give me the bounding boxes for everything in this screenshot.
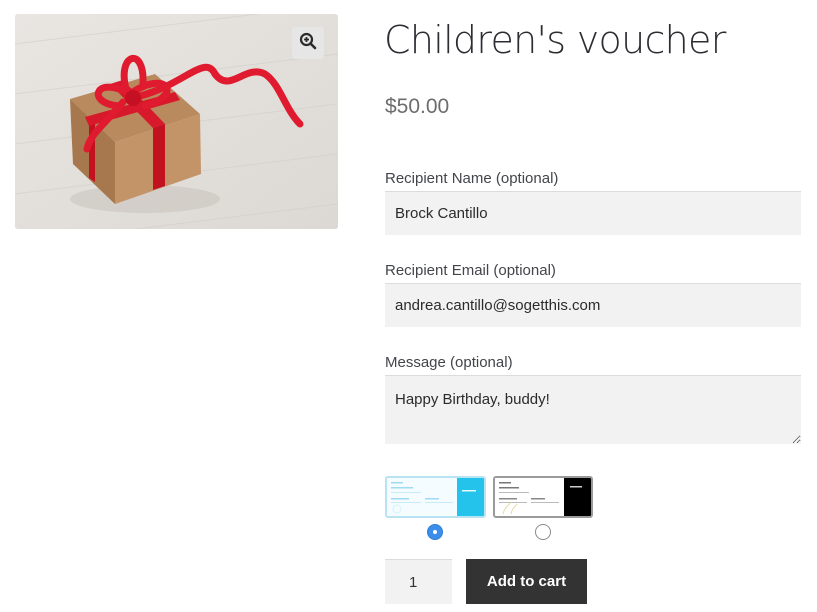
magnifier-plus-icon <box>299 32 317 55</box>
recipient-name-label: Recipient Name (optional) <box>385 170 559 187</box>
recipient-email-label: Recipient Email (optional) <box>385 262 556 279</box>
recipient-name-input[interactable] <box>385 191 801 235</box>
product-page: Children's voucher $50.00 Recipient Name… <box>0 0 817 612</box>
recipient-email-input[interactable] <box>385 283 801 327</box>
quantity-input[interactable] <box>385 559 452 604</box>
black-template-radio[interactable] <box>535 524 551 540</box>
black-template-thumbnail[interactable] <box>493 476 593 518</box>
message-label: Message (optional) <box>385 354 513 371</box>
add-to-cart-button[interactable]: Add to cart <box>466 559 587 604</box>
product-price: $50.00 <box>385 95 450 118</box>
message-textarea[interactable]: Happy Birthday, buddy! <box>385 375 801 444</box>
zoom-button[interactable] <box>292 27 324 59</box>
radio-selected-dot <box>433 530 437 534</box>
blue-template-thumbnail[interactable] <box>385 476 486 518</box>
product-title: Children's voucher <box>384 18 726 62</box>
blue-template-radio[interactable] <box>427 524 443 540</box>
product-image[interactable] <box>15 14 338 229</box>
